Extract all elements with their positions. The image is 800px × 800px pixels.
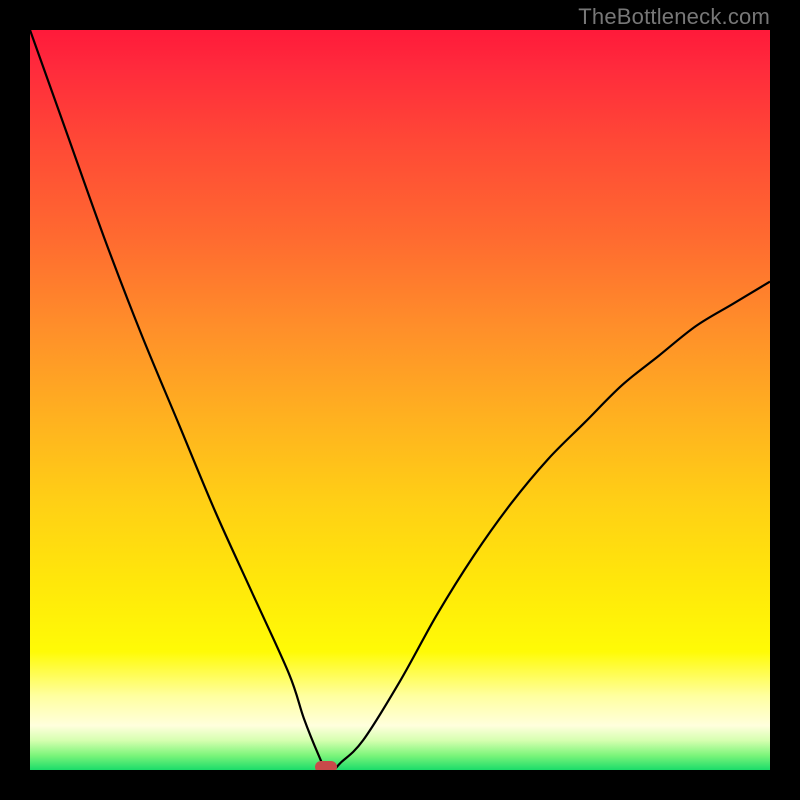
plot-area bbox=[30, 30, 770, 770]
optimum-marker bbox=[315, 761, 337, 770]
bottleneck-curve bbox=[30, 30, 770, 770]
watermark-text: TheBottleneck.com bbox=[578, 4, 770, 30]
chart-frame: TheBottleneck.com bbox=[0, 0, 800, 800]
